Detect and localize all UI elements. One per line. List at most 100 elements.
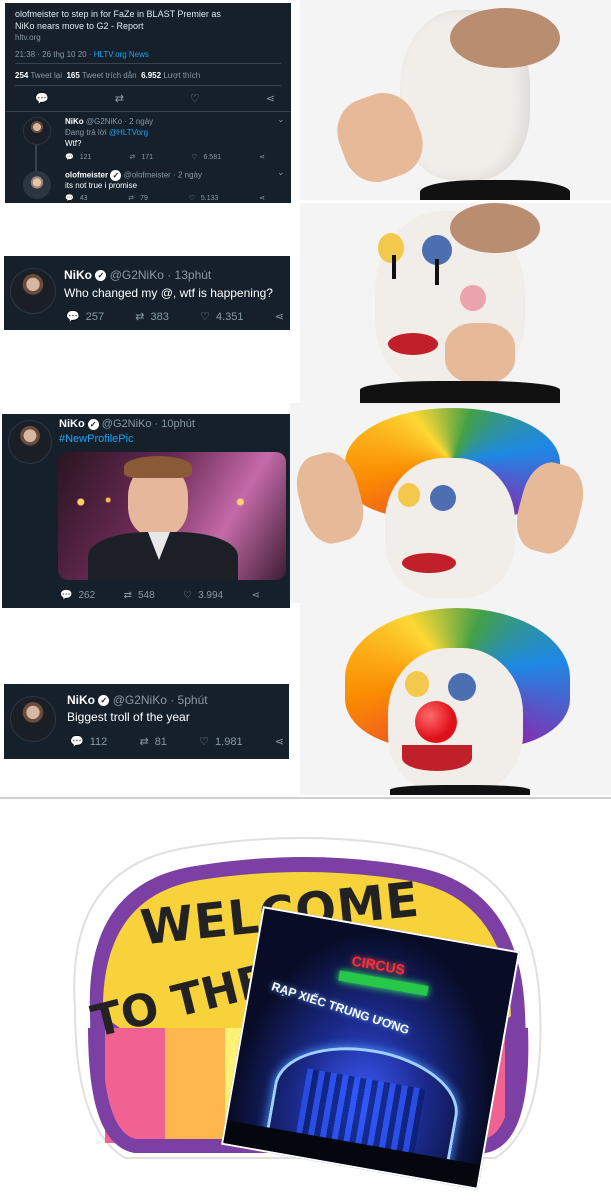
- article-domain[interactable]: hltv.org: [15, 33, 41, 42]
- like-button[interactable]: ♡ 5.133: [189, 194, 219, 203]
- tweet-text: Who changed my @, wtf is happening?: [64, 286, 273, 300]
- tweet-author-name[interactable]: NiKo: [59, 418, 85, 430]
- retweet-icon[interactable]: ⇄: [115, 92, 124, 105]
- tweet-actions: 💬 ⇄ ♡ ⋖: [35, 92, 275, 105]
- avatar-olofmeister[interactable]: [23, 171, 51, 199]
- reply-button[interactable]: 💬 121: [65, 153, 92, 162]
- reply-icon: 💬: [65, 195, 74, 202]
- share-icon[interactable]: ⋖: [275, 735, 284, 748]
- reply-icon: 💬: [65, 154, 74, 161]
- like-button[interactable]: ♡ 1.981: [199, 735, 242, 749]
- reply-button[interactable]: 💬 257: [66, 310, 105, 324]
- reply-icon: 💬: [60, 590, 73, 601]
- more-icon[interactable]: ⌄: [277, 167, 285, 178]
- retweet-button[interactable]: ⇄ 79: [128, 194, 148, 203]
- like-icon: ♡: [200, 311, 210, 323]
- like-count: 4.351: [215, 310, 244, 323]
- reply-button[interactable]: 💬 112: [70, 735, 108, 749]
- tweet-author-handle[interactable]: @G2NiKo · 13phút: [110, 268, 212, 282]
- like-icon[interactable]: ♡: [190, 92, 200, 105]
- reply-count: 121: [79, 153, 92, 161]
- quotes-label[interactable]: Tweet trích dẫn: [82, 71, 137, 80]
- like-button[interactable]: ♡ 3.994: [183, 590, 223, 601]
- retweet-button[interactable]: ⇄ 383: [135, 310, 169, 324]
- avatar-niko[interactable]: [8, 420, 52, 464]
- circus-photo: CIRCUS RẠP XIẾC TRUNG ƯƠNG: [220, 906, 521, 1190]
- tweet-actions: 💬 112 ⇄ 81 ♡ 1.981 ⋖: [70, 735, 284, 749]
- reply-text: its not true i promise: [65, 181, 138, 190]
- reply-icon: 💬: [70, 736, 84, 748]
- retweet-count: 548: [137, 590, 155, 601]
- quotes-count: 165: [66, 71, 80, 80]
- likes-count: 6.952: [141, 71, 162, 80]
- more-icon[interactable]: ⌄: [277, 114, 285, 125]
- verified-icon: ✓: [110, 170, 122, 181]
- share-icon[interactable]: ⋖: [266, 92, 275, 105]
- cheek-red: [460, 285, 486, 311]
- reply-button[interactable]: 💬 43: [65, 194, 88, 203]
- share-icon[interactable]: ⋖: [259, 153, 265, 161]
- article-headline-2: NiKo nears move to G2 - Report: [15, 21, 144, 31]
- reply-author-name[interactable]: NiKo: [65, 117, 84, 126]
- clown-panel-4: [300, 603, 611, 795]
- tweet-meta: 21:38 · 26 thg 10 20 · HLTV.org News: [15, 50, 149, 59]
- mouth-red: [402, 553, 456, 573]
- tweet-stats: 254 Tweet lại 165 Tweet trích dẫn 6.952 …: [15, 71, 200, 80]
- tweet-header: NiKo ✓ @G2NiKo · 13phút: [64, 268, 211, 282]
- reply-count: 257: [85, 310, 105, 323]
- avatar-niko[interactable]: [10, 268, 56, 314]
- retweet-button[interactable]: ⇄ 81: [139, 735, 167, 749]
- share-icon[interactable]: ⋖: [259, 194, 265, 202]
- retweet-count: 171: [141, 153, 154, 161]
- hashtag-link[interactable]: #NewProfilePic: [59, 433, 134, 445]
- tweet-author-handle[interactable]: @G2NiKo · 5phút: [113, 693, 208, 707]
- retweet-count: 81: [154, 735, 167, 748]
- reply-icon[interactable]: 💬: [35, 92, 49, 105]
- avatar-niko[interactable]: [10, 696, 56, 742]
- tweet-author-handle[interactable]: @G2NiKo · 10phút: [102, 418, 195, 430]
- avatar-niko[interactable]: [23, 117, 51, 145]
- retweet-icon: ⇄: [128, 195, 135, 202]
- retweets-count: 254: [15, 71, 29, 80]
- retweet-button[interactable]: ⇄ 171: [130, 153, 154, 162]
- reply-count: 43: [79, 194, 88, 202]
- like-button[interactable]: ♡ 6.581: [191, 153, 221, 162]
- tweet-source[interactable]: HLTV.org News: [94, 50, 149, 59]
- replying-mention[interactable]: @HLTVorg: [109, 128, 148, 137]
- retweet-icon: ⇄: [135, 311, 145, 323]
- likes-label[interactable]: Lượt thích: [163, 71, 200, 80]
- reply-header: olofmeister ✓ @olofmeister · 2 ngày: [65, 170, 202, 181]
- tweet-card-new-profile-pic: NiKo ✓ @G2NiKo · 10phút #NewProfilePic 💬…: [2, 414, 290, 608]
- reply-author-name[interactable]: olofmeister: [65, 171, 108, 180]
- retweets-label[interactable]: Tweet lại: [30, 71, 62, 80]
- tweet-actions: 💬 262 ⇄ 548 ♡ 3.994 ⋖: [60, 590, 260, 601]
- mouth-red: [388, 333, 438, 355]
- tweet-author-name[interactable]: NiKo: [64, 268, 92, 282]
- tweet-author-name[interactable]: NiKo: [67, 693, 95, 707]
- clown-panel-3: [290, 403, 611, 603]
- tweet-header: NiKo ✓ @G2NiKo · 10phút: [59, 418, 195, 430]
- retweet-button[interactable]: ⇄ 548: [124, 590, 155, 601]
- tweet-card-troll: NiKo ✓ @G2NiKo · 5phút Biggest troll of …: [4, 684, 289, 759]
- reply-icon: 💬: [66, 311, 80, 323]
- article-headline-1: olofmeister to step in for FaZe in BLAST…: [15, 9, 221, 19]
- reply-author-handle[interactable]: @G2NiKo · 2 ngày: [86, 117, 153, 126]
- reply-actions: 💬 43 ⇄ 79 ♡ 5.133 ⋖: [65, 194, 265, 203]
- share-icon[interactable]: ⋖: [275, 310, 284, 323]
- like-count: 6.581: [203, 153, 221, 161]
- clown-nose-red: [415, 701, 457, 743]
- reply-button[interactable]: 💬 262: [60, 590, 95, 601]
- tweet-photo[interactable]: [58, 452, 286, 580]
- like-icon: ♡: [183, 590, 193, 601]
- eye-yellow: [378, 233, 404, 263]
- reply-count: 112: [89, 735, 108, 748]
- verified-icon: ✓: [98, 695, 110, 707]
- tweet-actions: 💬 257 ⇄ 383 ♡ 4.351 ⋖: [66, 310, 284, 324]
- reply-header: NiKo @G2NiKo · 2 ngày: [65, 117, 153, 126]
- tweet-card-username: NiKo ✓ @G2NiKo · 13phút Who changed my @…: [4, 256, 290, 330]
- like-button[interactable]: ♡ 4.351: [200, 310, 244, 324]
- tweet-card-hltv: olofmeister to step in for FaZe in BLAST…: [5, 3, 291, 203]
- reply-author-handle[interactable]: @olofmeister · 2 ngày: [124, 171, 202, 180]
- share-icon[interactable]: ⋖: [252, 590, 260, 601]
- clown-panel-1: [300, 0, 611, 200]
